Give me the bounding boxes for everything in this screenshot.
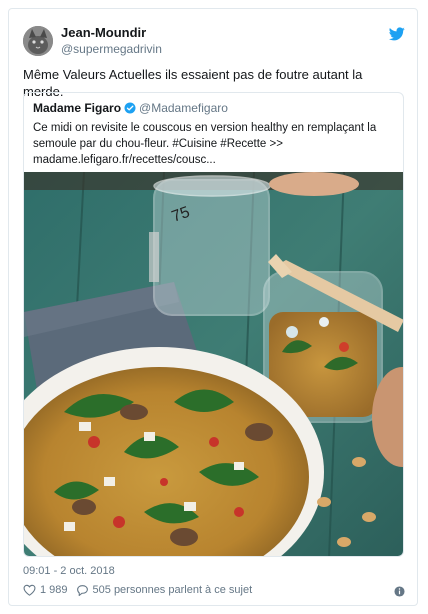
quoted-author-handle[interactable]: @Madamefigaro — [139, 101, 228, 115]
quoted-text-line: semoule par du chou-fleur. #Cuisine #Rec… — [33, 138, 283, 150]
like-action[interactable]: 1 989 — [23, 584, 68, 596]
quoted-tweet[interactable]: Madame Figaro @Madamefigaro Ce midi on r… — [23, 92, 404, 557]
reply-action[interactable]: 505 personnes parlent à ce sujet — [76, 584, 253, 596]
quoted-link[interactable]: madame.lefigaro.fr/recettes/cousc... — [33, 152, 393, 168]
reply-summary: 505 personnes parlent à ce sujet — [92, 584, 253, 596]
cauliflower-couscous-photo[interactable]: 75 — [24, 172, 404, 557]
heart-icon[interactable] — [23, 584, 36, 596]
author-name[interactable]: Jean-Moundir — [61, 25, 146, 40]
quoted-author-name[interactable]: Madame Figaro — [33, 101, 121, 115]
quoted-text: Ce midi on revisite le couscous en versi… — [33, 120, 393, 168]
cat-avatar-image — [23, 26, 53, 56]
author-handle[interactable]: @supermegadrivin — [61, 42, 162, 56]
tweet-actions: 1 989 505 personnes parlent à ce sujet — [23, 584, 260, 596]
speech-bubble-icon[interactable] — [76, 584, 89, 596]
twitter-bird-icon[interactable] — [389, 27, 405, 41]
verified-badge-icon — [124, 102, 136, 114]
info-icon[interactable] — [394, 586, 405, 597]
tweet-timestamp[interactable]: 09:01 - 2 oct. 2018 — [23, 565, 115, 577]
quoted-header: Madame Figaro @Madamefigaro — [33, 101, 228, 115]
quoted-text-line: Ce midi on revisite le couscous en versi… — [33, 122, 377, 134]
avatar[interactable] — [23, 26, 53, 56]
like-count: 1 989 — [40, 584, 68, 596]
tweet-card: Jean-Moundir @supermegadrivin Même Valeu… — [8, 8, 418, 606]
